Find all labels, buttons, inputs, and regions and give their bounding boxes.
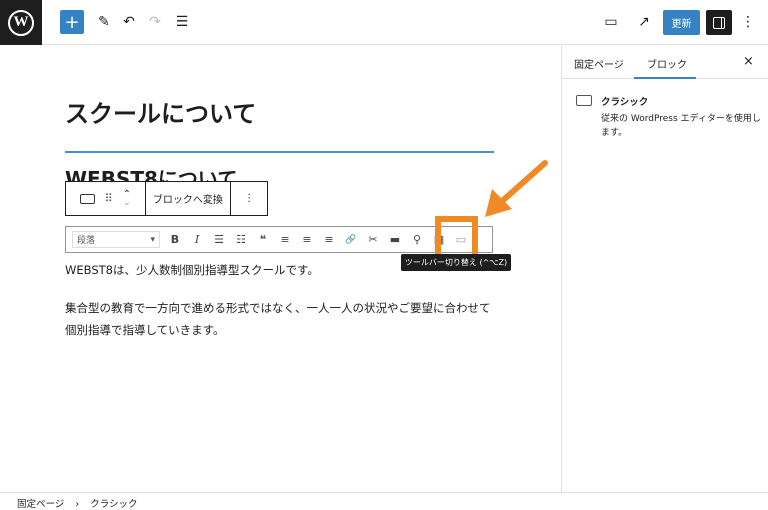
breadcrumb-page[interactable]: 固定ページ xyxy=(17,499,64,510)
list-view-icon[interactable]: ☰ xyxy=(172,12,192,32)
page-title[interactable]: スクールについて xyxy=(65,94,256,129)
separator xyxy=(65,151,494,153)
heading[interactable]: WEBST8について xyxy=(65,163,237,181)
sidebar-icon xyxy=(713,16,725,29)
top-toolbar: W + ✎ ↶ ↷ ☰ ▭ ↗ 更新 ⋮ xyxy=(0,0,768,45)
convert-to-blocks-button[interactable]: ブロックへ変換 xyxy=(146,182,232,215)
undo-icon[interactable]: ↶ xyxy=(119,12,139,32)
block-description: 従来の WordPress エディターを使用します。 xyxy=(601,114,761,138)
options-menu-button[interactable]: ⋮ xyxy=(231,182,267,215)
search-replace-button[interactable]: ⚲ xyxy=(406,233,428,246)
redo-icon[interactable]: ↷ xyxy=(145,12,165,32)
update-button[interactable]: 更新 xyxy=(663,10,700,35)
preview-icon[interactable]: ▭ xyxy=(600,12,622,32)
align-right-button[interactable]: ≡ xyxy=(318,233,340,246)
active-tab-indicator xyxy=(634,77,696,79)
chevron-down-icon: ▾ xyxy=(150,234,155,245)
paragraph[interactable]: WEBST8は、少人数制個別指導型スクールです。 xyxy=(65,259,319,281)
bold-button[interactable]: B xyxy=(164,233,186,246)
block-toolbar: ⠿ ⌃ ⌄ ブロックへ変換 ⋮ xyxy=(65,181,268,216)
add-block-button[interactable]: + xyxy=(60,10,84,34)
wordpress-logo[interactable]: W xyxy=(0,0,42,45)
tab-block[interactable]: ブロック xyxy=(647,56,687,71)
bullet-list-button[interactable]: ☰ xyxy=(208,233,230,246)
external-link-icon[interactable]: ↗ xyxy=(633,12,655,32)
align-center-button[interactable]: ≡ xyxy=(296,233,318,246)
read-more-button[interactable]: ▬ xyxy=(384,233,406,246)
more-options-icon[interactable]: ⋮ xyxy=(740,12,756,32)
edit-tool-icon[interactable]: ✎ xyxy=(94,12,114,32)
move-arrows-icon[interactable]: ⌃ ⌄ xyxy=(123,189,131,207)
tab-page[interactable]: 固定ページ xyxy=(574,56,624,71)
close-icon[interactable]: × xyxy=(743,54,754,69)
align-left-button[interactable]: ≡ xyxy=(274,233,296,246)
arrow-annotation xyxy=(485,160,548,217)
breadcrumb-separator: › xyxy=(75,499,80,510)
keyboard-icon xyxy=(576,95,592,106)
tooltip: ツールバー切り替え (^⌥Z) xyxy=(401,254,511,271)
block-name: クラシック xyxy=(601,97,649,108)
drag-handle-icon[interactable]: ⠿ xyxy=(105,192,113,205)
blockquote-button[interactable]: ❝ xyxy=(252,233,274,246)
breadcrumb-block[interactable]: クラシック xyxy=(90,499,137,510)
link-button[interactable]: 🔗 xyxy=(340,235,362,245)
breadcrumb: 固定ページ › クラシック xyxy=(0,492,768,510)
settings-sidebar-toggle[interactable] xyxy=(706,10,732,35)
italic-button[interactable]: I xyxy=(186,233,208,246)
settings-sidebar: 固定ページ ブロック × クラシック 従来の WordPress エディターを使… xyxy=(561,45,768,492)
paragraph[interactable]: 集合型の教育で一方向で進める形式ではなく、一人一人の状況やご要望に合わせて個別指… xyxy=(65,297,497,341)
numbered-list-button[interactable]: ☷ xyxy=(230,233,252,246)
format-toolbar: 段落 ▾ B I ☰ ☷ ❝ ≡ ≡ ≡ 🔗 ✂ ▬ ⚲ ▦ ▭ xyxy=(65,226,493,253)
format-select[interactable]: 段落 ▾ xyxy=(72,231,160,248)
keyboard-icon[interactable] xyxy=(79,193,95,204)
unlink-button[interactable]: ✂ xyxy=(362,233,384,246)
